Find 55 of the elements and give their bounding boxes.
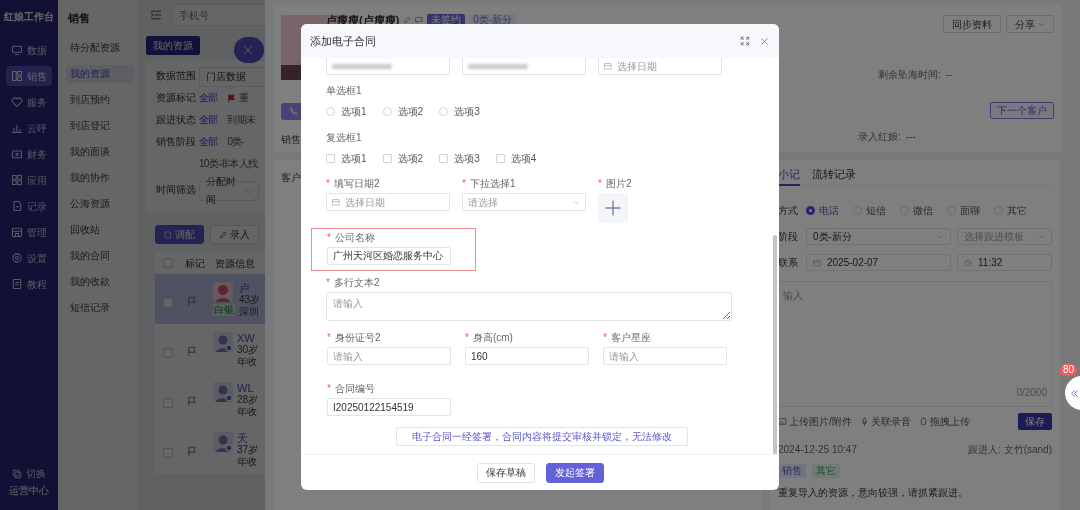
field-label: 阶段 bbox=[778, 230, 799, 244]
customer-detail: 28岁 bbox=[237, 394, 259, 406]
field-label: 多行文本2 bbox=[333, 277, 380, 289]
field-label: 方式 bbox=[778, 204, 799, 218]
recorder-label: 录入红娘: bbox=[858, 130, 901, 144]
record-note: 重复导入的资源，意向较强，请抓紧跟进。 bbox=[778, 486, 969, 500]
filter-label: 销售阶段 bbox=[156, 135, 196, 149]
field-label: 复选框1 bbox=[326, 132, 362, 144]
record-time: 2024-12-25 10:47 bbox=[778, 443, 857, 457]
filter-label: 跟进状态 bbox=[156, 113, 196, 127]
card-title: 客户 bbox=[281, 172, 301, 183]
record-tag: 其它 bbox=[812, 464, 840, 478]
owner-label: 跟进人: bbox=[968, 443, 1002, 457]
required-mark: * bbox=[327, 383, 331, 395]
required-mark: * bbox=[462, 178, 466, 190]
customer-detail: 年收 bbox=[237, 456, 258, 468]
required-mark: * bbox=[326, 178, 330, 190]
required-mark: * bbox=[465, 332, 469, 344]
field-label: 公司名称 bbox=[334, 232, 375, 244]
required-mark: * bbox=[327, 332, 331, 344]
field-label: 图片2 bbox=[605, 178, 632, 190]
field-label: 合同编号 bbox=[334, 383, 375, 395]
dialog-title: 添加电子合同 bbox=[310, 33, 376, 49]
column-header: 资源信息 bbox=[215, 256, 255, 271]
customer-detail: 年收 bbox=[237, 356, 258, 368]
customer-detail: 30岁 bbox=[237, 344, 259, 356]
field-label: 单选框1 bbox=[326, 85, 362, 97]
required-mark: * bbox=[603, 332, 607, 344]
filter-label: 时间筛选 bbox=[156, 183, 196, 197]
level-tag: 白银 bbox=[213, 304, 235, 316]
sales-label: 销售 bbox=[281, 133, 301, 147]
countdown-value: -- bbox=[945, 68, 953, 82]
notice-text: 电子合同一经签署，合同内容将提交审核并锁定，无法修改 bbox=[412, 430, 672, 444]
record-tag: 销售 bbox=[778, 464, 806, 478]
field-label: 身高(cm) bbox=[472, 332, 513, 344]
field-label: 联系 bbox=[778, 256, 799, 270]
workspace-label: 运营中心 bbox=[9, 484, 49, 498]
submenu-title: 销售 bbox=[66, 11, 91, 26]
countdown-label: 剩余坠海时间: bbox=[878, 68, 941, 82]
column-header: 标记 bbox=[185, 256, 205, 271]
field-label: 下拉选择1 bbox=[469, 178, 516, 190]
customer-detail: 43岁 bbox=[239, 294, 261, 306]
filter-label: 资源标记 bbox=[156, 91, 196, 105]
recorder-value: --- bbox=[905, 130, 916, 144]
filter-label: 数据范围 bbox=[156, 69, 196, 83]
field-label: 客户星座 bbox=[610, 332, 651, 344]
customer-detail: 年收 bbox=[237, 406, 258, 418]
owner-name: 文竹(sand) bbox=[1003, 443, 1052, 457]
field-label: 身份证号2 bbox=[334, 332, 381, 344]
required-mark: * bbox=[327, 232, 331, 244]
field-label: 填写日期2 bbox=[333, 178, 380, 190]
app-title: 红娘工作台 bbox=[4, 10, 54, 24]
required-mark: * bbox=[326, 277, 330, 289]
customer-detail: 37岁 bbox=[237, 444, 259, 456]
required-mark: * bbox=[598, 178, 602, 190]
